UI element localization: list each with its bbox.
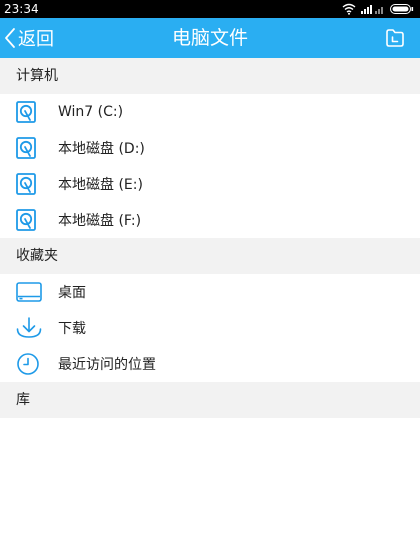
folder-icon <box>386 29 404 47</box>
section-header-library: 库 <box>0 382 420 418</box>
list-item-label: Win7 (C:) <box>58 104 124 120</box>
signal-icon <box>361 5 383 14</box>
hard-drive-icon <box>16 209 36 231</box>
section-header-favorites: 收藏夹 <box>0 238 420 274</box>
section-favorites: 收藏夹 桌面 下载 最近访问的位置 <box>0 238 420 382</box>
list-item-recent-places[interactable]: 最近访问的位置 <box>0 346 420 382</box>
hard-drive-icon <box>16 137 36 159</box>
list-item-label: 桌面 <box>58 285 86 301</box>
desktop-icon <box>16 282 42 302</box>
list-item-label: 下载 <box>58 321 86 337</box>
status-icons <box>342 3 414 15</box>
back-label: 返回 <box>18 29 54 50</box>
wifi-icon <box>342 3 356 15</box>
list-item-drive-c[interactable]: Win7 (C:) <box>0 94 420 130</box>
section-library: 库 <box>0 382 420 418</box>
page-title: 电脑文件 <box>171 27 248 49</box>
list-item-desktop[interactable]: 桌面 <box>0 274 420 310</box>
status-bar: 23:34 <box>0 0 420 18</box>
list-item-label: 最近访问的位置 <box>58 357 156 373</box>
list-item-downloads[interactable]: 下载 <box>0 310 420 346</box>
title-bar: 返回 电脑文件 <box>0 18 420 58</box>
battery-icon <box>390 4 414 14</box>
hard-drive-icon <box>16 101 36 123</box>
section-header-computer: 计算机 <box>0 58 420 94</box>
hard-drive-icon <box>16 173 36 195</box>
list-item-drive-d[interactable]: 本地磁盘 (D:) <box>0 130 420 166</box>
screen: 23:34 返回 电脑文件 计算机 Win7 (C:) 本地磁盘 (D:) 本地… <box>0 0 420 540</box>
download-icon <box>16 317 42 338</box>
list-item-label: 本地磁盘 (D:) <box>58 141 145 157</box>
list-item-drive-f[interactable]: 本地磁盘 (F:) <box>0 202 420 238</box>
status-time: 23:34 <box>4 2 39 16</box>
chevron-left-icon <box>5 28 15 48</box>
back-button[interactable]: 返回 <box>4 18 54 58</box>
folder-button[interactable] <box>384 27 406 49</box>
section-computer: 计算机 Win7 (C:) 本地磁盘 (D:) 本地磁盘 (E:) 本地磁盘 (… <box>0 58 420 238</box>
list-item-drive-e[interactable]: 本地磁盘 (E:) <box>0 166 420 202</box>
list-item-label: 本地磁盘 (F:) <box>58 213 142 229</box>
list-item-label: 本地磁盘 (E:) <box>58 177 143 193</box>
clock-icon <box>17 353 39 375</box>
